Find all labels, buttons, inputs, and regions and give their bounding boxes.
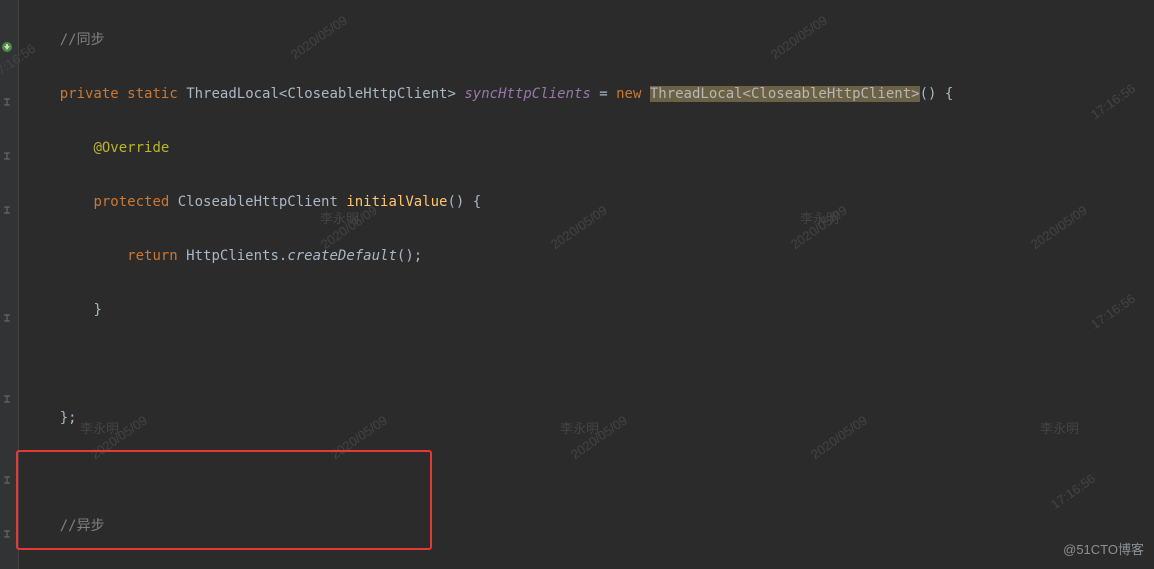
code-area[interactable]: //同步 private static ThreadLocal<Closeabl… [22,0,1154,569]
code-line[interactable] [26,459,1154,486]
code-line[interactable]: return HttpClients.createDefault(); [26,243,1154,270]
fold-handle-icon[interactable] [1,312,15,326]
type: CloseableHttpClient [178,194,338,210]
op: = [591,86,616,102]
comment: //同步 [60,32,105,48]
code-line[interactable]: private static ThreadLocal<CloseableHttp… [26,81,1154,108]
punct: () [447,194,464,210]
code-line[interactable]: } [26,297,1154,324]
gutter [0,0,19,569]
keyword: protected [93,194,169,210]
punct: > [448,86,456,102]
keyword: private [60,86,119,102]
comment: //异步 [60,518,105,534]
code-editor[interactable]: 2020/05/09 2020/05/09 2020/05/09 2020/05… [0,0,1154,569]
fold-handle-icon[interactable] [1,96,15,110]
punct: ; [414,248,422,264]
fold-handle-icon[interactable] [1,204,15,218]
fold-handle-icon[interactable] [1,474,15,488]
type: HttpClients [186,248,279,264]
brace: }; [60,410,77,426]
method: createDefault [287,248,397,264]
annotation: @Override [93,140,169,156]
keyword: static [127,86,178,102]
fold-handle-icon[interactable] [1,528,15,542]
keyword: new [616,86,641,102]
fold-handle-icon[interactable] [1,150,15,164]
type: ThreadLocal [186,86,279,102]
type: CloseableHttpClient [287,86,447,102]
credit-label: @51CTO博客 [1063,536,1144,563]
punct: () [920,86,937,102]
identifier: syncHttpClients [464,86,590,102]
code-line[interactable]: //同步 [26,27,1154,54]
highlighted-type: ThreadLocal<CloseableHttpClient> [650,86,920,102]
brace: { [945,86,953,102]
code-line[interactable]: //异步 [26,513,1154,540]
method: initialValue [346,194,447,210]
code-line[interactable] [26,351,1154,378]
code-line[interactable]: }; [26,405,1154,432]
code-line[interactable]: @Override [26,135,1154,162]
override-gutter-icon[interactable] [1,41,15,55]
code-line[interactable]: protected CloseableHttpClient initialVal… [26,189,1154,216]
punct: () [397,248,414,264]
brace: { [473,194,481,210]
fold-handle-icon[interactable] [1,393,15,407]
brace: } [93,302,101,318]
keyword: return [127,248,178,264]
